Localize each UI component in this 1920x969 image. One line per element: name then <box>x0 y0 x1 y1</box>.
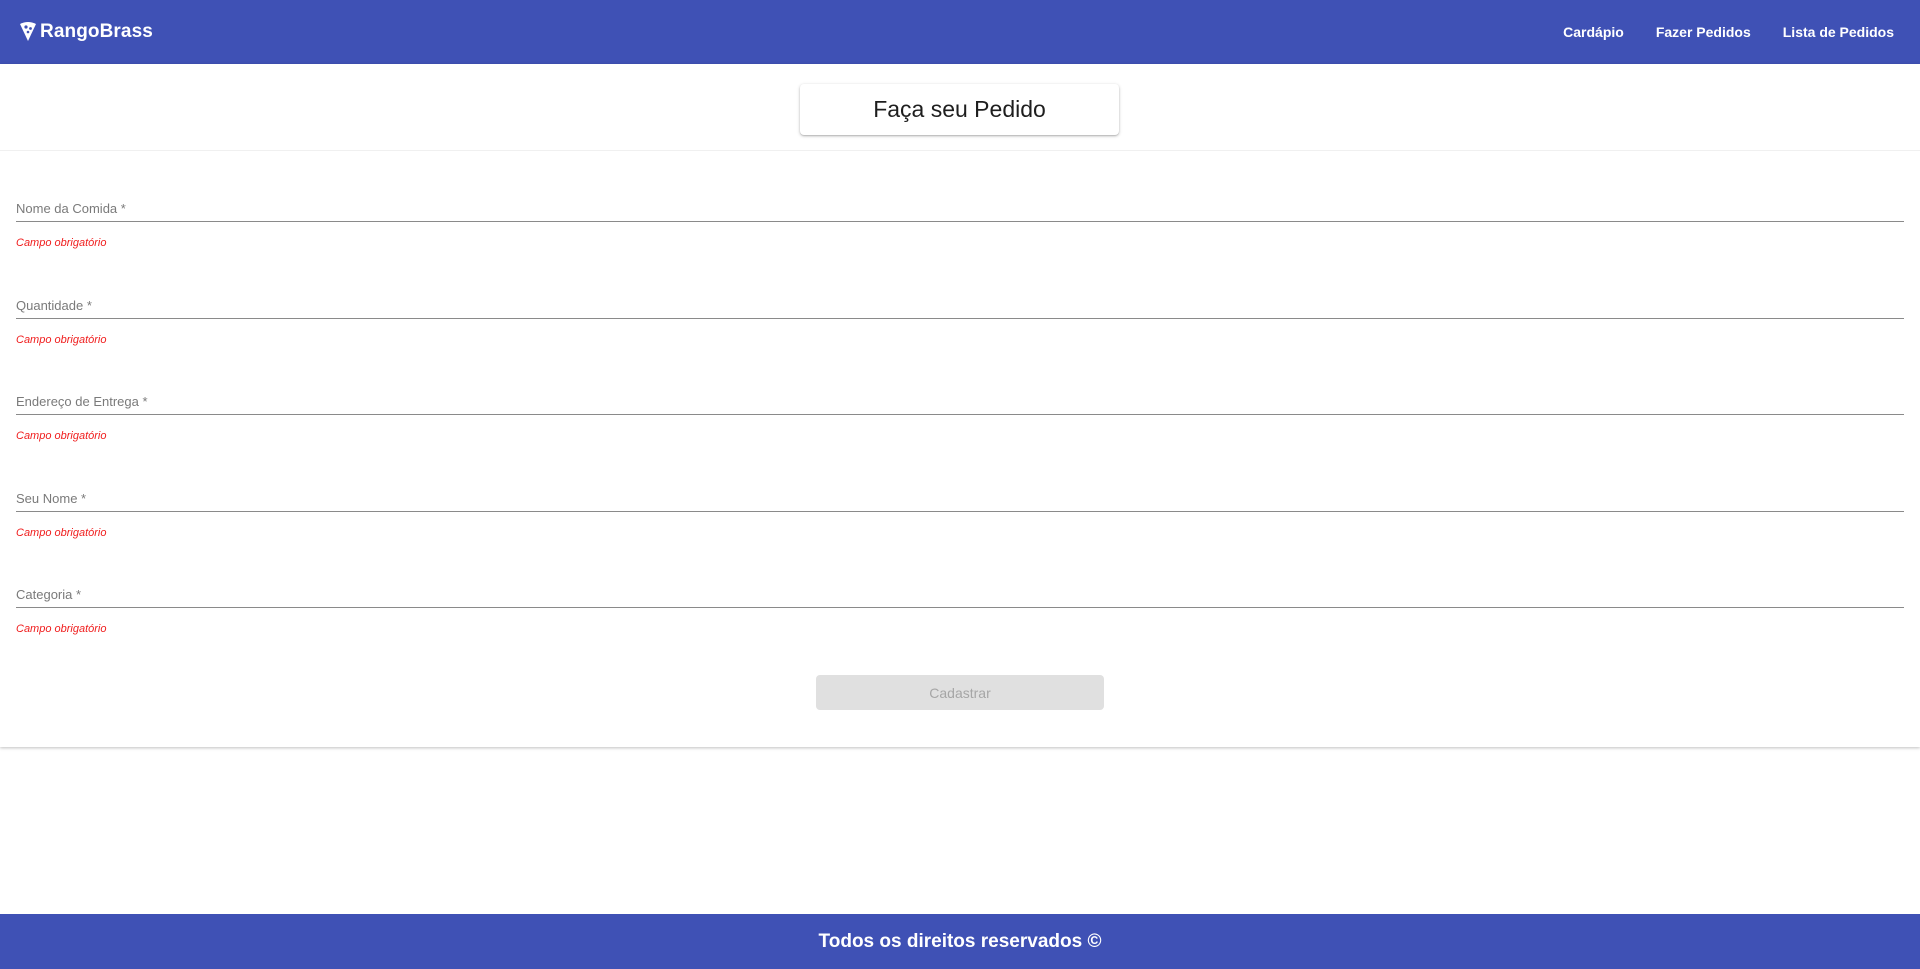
field-seu-nome: Seu Nome * Campo obrigatório <box>16 486 1904 556</box>
page-footer: Todos os direitos reservados © <box>0 914 1920 969</box>
quantidade-error: Campo obrigatório <box>16 334 107 346</box>
cadastrar-button-label: Cadastrar <box>929 684 991 701</box>
categoria-input[interactable] <box>16 582 1904 608</box>
quantidade-input[interactable] <box>16 293 1904 319</box>
top-navbar: RangoBrass Cardápio Fazer Pedidos Lista … <box>0 0 1920 64</box>
nome-da-comida-input[interactable] <box>16 196 1904 222</box>
nome-da-comida-error: Campo obrigatório <box>16 237 107 249</box>
seu-nome-input[interactable] <box>16 486 1904 512</box>
seu-nome-error: Campo obrigatório <box>16 527 107 539</box>
main-nav: Cardápio Fazer Pedidos Lista de Pedidos <box>1531 0 1894 64</box>
brand-name: RangoBrass <box>40 21 153 42</box>
form-title-card: Faça seu Pedido <box>800 84 1119 135</box>
endereco-de-entrega-input[interactable] <box>16 389 1904 415</box>
footer-copyright: Todos os direitos reservados © <box>818 930 1102 952</box>
categoria-error: Campo obrigatório <box>16 623 107 635</box>
field-nome-da-comida: Nome da Comida * Campo obrigatório <box>16 196 1904 266</box>
field-endereco-de-entrega: Endereço de Entrega * Campo obrigatório <box>16 389 1904 459</box>
pizza-slice-icon <box>18 21 38 43</box>
brand-logo-link[interactable]: RangoBrass <box>18 0 153 64</box>
form-title-strip: Faça seu Pedido <box>0 64 1920 151</box>
page: RangoBrass Cardápio Fazer Pedidos Lista … <box>0 0 1920 969</box>
nav-link-cardapio[interactable]: Cardápio <box>1563 24 1624 40</box>
field-quantidade: Quantidade * Campo obrigatório <box>16 293 1904 363</box>
field-categoria: Categoria * Campo obrigatório <box>16 582 1904 652</box>
nav-link-lista-pedidos[interactable]: Lista de Pedidos <box>1783 24 1894 40</box>
cadastrar-button[interactable]: Cadastrar <box>816 675 1104 710</box>
nav-link-fazer-pedidos[interactable]: Fazer Pedidos <box>1656 24 1751 40</box>
order-form-card: Faça seu Pedido Nome da Comida * Campo o… <box>0 64 1920 747</box>
endereco-de-entrega-error: Campo obrigatório <box>16 430 107 442</box>
page-title: Faça seu Pedido <box>873 96 1046 122</box>
